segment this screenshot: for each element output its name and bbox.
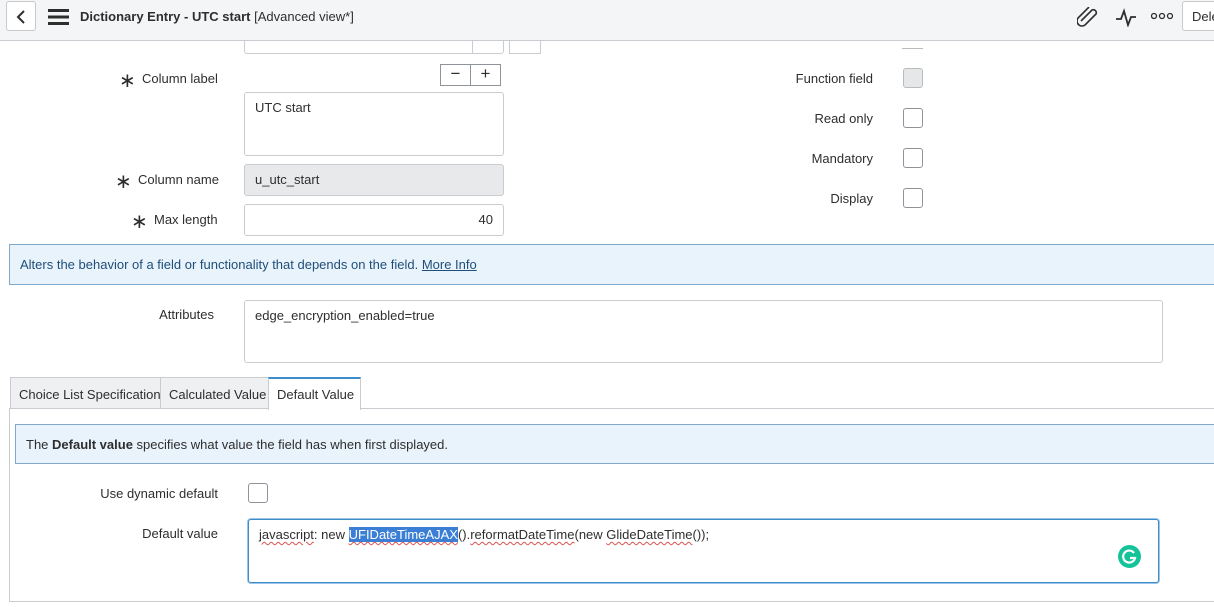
delete-button[interactable]: Dele bbox=[1182, 1, 1214, 31]
mandatory-label: Mandatory bbox=[811, 151, 873, 166]
tab-choice-list-specification[interactable]: Choice List Specification bbox=[10, 377, 161, 409]
max-length-field[interactable]: 40 bbox=[244, 204, 504, 236]
use-dynamic-default-checkbox[interactable] bbox=[248, 483, 268, 503]
code-token-selected: UFIDateTimeAJAX bbox=[348, 527, 458, 542]
title-view: [Advanced view*] bbox=[250, 9, 354, 24]
code-token: : new bbox=[313, 527, 349, 542]
code-token: (new bbox=[574, 527, 607, 542]
required-marker: ∗ bbox=[131, 211, 148, 233]
column-name-field: u_utc_start bbox=[244, 164, 504, 196]
column-name-label: Column name bbox=[138, 172, 219, 187]
partial-button-top[interactable] bbox=[509, 41, 541, 54]
default-info-suffix: specifies what value the field has when … bbox=[132, 437, 448, 452]
more-info-link[interactable]: More Info bbox=[422, 257, 477, 272]
function-field-checkbox bbox=[903, 68, 923, 88]
tab-default-value[interactable]: Default Value bbox=[268, 377, 361, 410]
partial-field-top[interactable] bbox=[244, 41, 504, 54]
code-token: GlideDateTime bbox=[606, 527, 693, 542]
use-dynamic-default-label: Use dynamic default bbox=[100, 486, 218, 501]
hamburger-menu-icon[interactable] bbox=[48, 9, 69, 25]
required-marker: ∗ bbox=[119, 70, 136, 92]
display-label: Display bbox=[830, 191, 873, 206]
display-checkbox[interactable] bbox=[903, 188, 923, 208]
required-marker: ∗ bbox=[115, 171, 132, 193]
page-title: Dictionary Entry - UTC start [Advanced v… bbox=[80, 9, 354, 24]
increase-button[interactable]: + bbox=[470, 64, 501, 86]
attributes-field[interactable]: edge_encryption_enabled=true bbox=[244, 300, 1163, 363]
attributes-label: Attributes bbox=[159, 307, 214, 322]
mandatory-checkbox[interactable] bbox=[903, 148, 923, 168]
default-info-bold: Default value bbox=[52, 437, 133, 452]
default-info-prefix: The bbox=[26, 437, 53, 452]
code-token: ()); bbox=[692, 527, 710, 542]
max-length-label: Max length bbox=[154, 212, 218, 227]
read-only-label: Read only bbox=[814, 111, 873, 126]
tab-calculated-value[interactable]: Calculated Value bbox=[160, 377, 269, 409]
code-token: (). bbox=[457, 527, 471, 542]
partial-checkbox-top[interactable] bbox=[902, 41, 923, 49]
more-options-icon[interactable] bbox=[1151, 12, 1173, 20]
read-only-checkbox[interactable] bbox=[903, 108, 923, 128]
default-value-info: The Default value specifies what value t… bbox=[15, 424, 1214, 464]
column-label-label: Column label bbox=[142, 71, 218, 86]
form-header: Dictionary Entry - UTC start [Advanced v… bbox=[0, 0, 1214, 41]
code-token: javascript bbox=[259, 527, 314, 542]
info-text: Alters the behavior of a field or functi… bbox=[20, 257, 419, 272]
default-value-label: Default value bbox=[142, 526, 218, 541]
grammarly-icon[interactable] bbox=[1118, 545, 1141, 568]
info-message: Alters the behavior of a field or functi… bbox=[9, 244, 1214, 285]
decrease-button[interactable]: − bbox=[440, 64, 471, 86]
function-field-label: Function field bbox=[795, 71, 873, 86]
back-button[interactable] bbox=[6, 1, 36, 31]
title-main: Dictionary Entry - UTC start bbox=[80, 9, 251, 24]
code-token: reformatDateTime bbox=[470, 527, 575, 542]
back-icon bbox=[16, 10, 25, 24]
paperclip-icon[interactable] bbox=[1077, 7, 1099, 27]
partial-divider bbox=[472, 41, 473, 54]
activity-icon[interactable] bbox=[1115, 7, 1137, 27]
default-value-field[interactable]: javascript: new UFIDateTimeAJAX().reform… bbox=[248, 519, 1159, 583]
column-label-field[interactable]: UTC start bbox=[244, 92, 504, 156]
